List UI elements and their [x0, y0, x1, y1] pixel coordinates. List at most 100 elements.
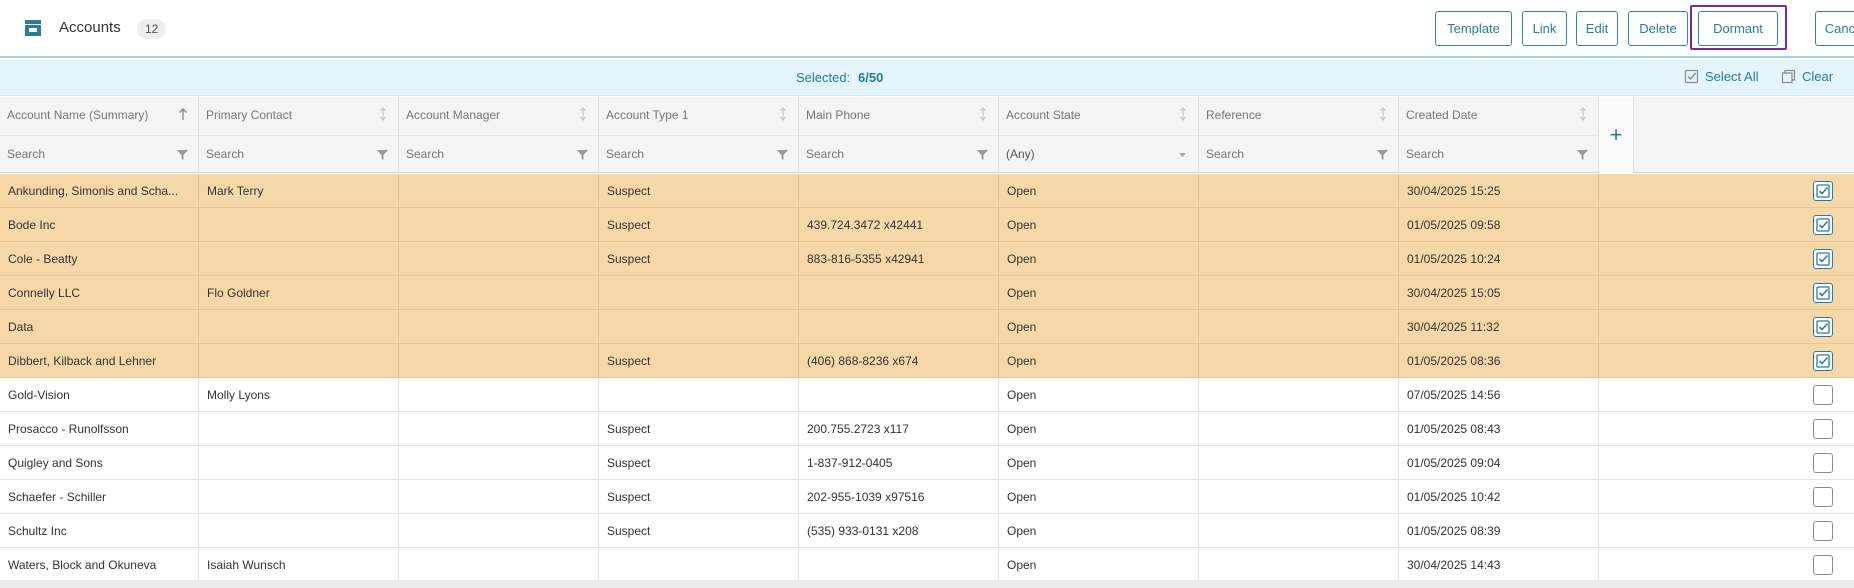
column-account-manager[interactable]: Account Manager — [399, 97, 599, 173]
chevron-down-icon[interactable] — [1177, 150, 1188, 160]
column-created-date[interactable]: Created Date — [1399, 97, 1599, 173]
sort-arrow-icon[interactable] — [1578, 107, 1588, 121]
filter-cell — [199, 135, 398, 173]
checkmark-icon — [1816, 218, 1830, 232]
column-label: Account Type 1 — [606, 108, 689, 122]
cell-primary-contact — [199, 446, 399, 480]
row-select-checkbox[interactable] — [1813, 215, 1833, 235]
row-select-checkbox[interactable] — [1813, 317, 1833, 337]
dormant-button[interactable]: Dormant — [1698, 11, 1778, 46]
sort-arrow-icon[interactable] — [978, 107, 988, 121]
cell-account-type: Suspect — [599, 412, 799, 446]
cell-reference — [1199, 378, 1399, 412]
column-reference[interactable]: Reference — [1199, 97, 1399, 173]
cell-account-manager — [399, 514, 599, 548]
cell-reference — [1199, 514, 1399, 548]
cell-account-state: Open — [999, 378, 1199, 412]
table-row[interactable]: Schultz Inc Suspect (535) 933-0131 x208 Ope… — [0, 514, 1854, 548]
cell-primary-contact — [199, 310, 399, 344]
row-select-checkbox[interactable] — [1813, 555, 1833, 575]
funnel-icon[interactable] — [377, 150, 388, 160]
checkmark-icon — [1816, 252, 1830, 266]
sort-arrow-icon[interactable] — [378, 107, 388, 121]
cell-created-date: 01/05/2025 09:58 — [1399, 208, 1599, 242]
cell-account-state: Open — [999, 174, 1199, 208]
table-row[interactable]: Cole - Beatty Suspect 883-816-5355 x42941 O… — [0, 242, 1854, 276]
funnel-icon[interactable] — [577, 150, 588, 160]
cell-created-date: 01/05/2025 08:36 — [1399, 344, 1599, 378]
filter-cell — [599, 135, 798, 173]
cell-account-state: Open — [999, 412, 1199, 446]
column-account-type[interactable]: Account Type 1 — [599, 97, 799, 173]
row-select-checkbox[interactable] — [1813, 351, 1833, 371]
filter-cell: (Any) — [999, 135, 1198, 173]
table-row[interactable]: Waters, Block and Okuneva Isaiah Wunsch Op… — [0, 548, 1854, 582]
template-button[interactable]: Template — [1435, 11, 1512, 46]
cell-created-date: 01/05/2025 10:42 — [1399, 480, 1599, 514]
main-phone-filter-input[interactable] — [806, 147, 956, 161]
primary-contact-filter-input[interactable] — [206, 147, 356, 161]
row-select-checkbox[interactable] — [1813, 521, 1833, 541]
column-label: Account Manager — [406, 108, 501, 122]
column-account-state[interactable]: Account State (Any) — [999, 97, 1199, 173]
cell-primary-contact — [199, 412, 399, 446]
reference-filter-input[interactable] — [1206, 147, 1356, 161]
created-date-filter-input[interactable] — [1406, 147, 1556, 161]
table-row[interactable]: Prosacco - Runolfsson Suspect 200.755.2723… — [0, 412, 1854, 446]
table-row[interactable]: Quigley and Sons Suspect 1-837-912-0405 Ope… — [0, 446, 1854, 480]
cell-account-type — [599, 276, 799, 310]
delete-button[interactable]: Delete — [1628, 11, 1688, 46]
cell-main-phone: (406) 868-8236 x674 — [799, 344, 999, 378]
funnel-icon[interactable] — [1577, 150, 1588, 160]
sort-arrow-icon[interactable] — [1178, 107, 1188, 121]
row-select-checkbox[interactable] — [1813, 419, 1833, 439]
row-select-checkbox[interactable] — [1813, 453, 1833, 473]
account-manager-filter-input[interactable] — [406, 147, 556, 161]
select-all-button[interactable]: Select All — [1684, 69, 1758, 84]
account-type-filter-input[interactable] — [606, 147, 756, 161]
cancel-button[interactable]: Cancel — [1815, 11, 1854, 46]
sort-arrow-icon[interactable] — [578, 107, 588, 121]
table-row[interactable]: Dibbert, Kilback and Lehner Suspect (406) … — [0, 344, 1854, 378]
cell-created-date: 01/05/2025 08:43 — [1399, 412, 1599, 446]
clear-copy-icon — [1781, 69, 1796, 84]
cell-reference — [1199, 208, 1399, 242]
row-select-checkbox[interactable] — [1813, 249, 1833, 269]
link-button[interactable]: Link — [1522, 11, 1567, 46]
cell-primary-contact — [199, 514, 399, 548]
table-row[interactable]: Connelly LLC Flo Goldner Open 30/04/2025 15… — [0, 276, 1854, 310]
table-row[interactable]: Ankunding, Simonis and Scha... Mark Terry… — [0, 174, 1854, 208]
row-select-checkbox[interactable] — [1813, 283, 1833, 303]
cell-reference — [1199, 242, 1399, 276]
horizontal-scrollbar[interactable] — [0, 580, 1854, 588]
edit-button[interactable]: Edit — [1576, 11, 1618, 46]
sort-arrow-icon[interactable] — [778, 107, 788, 121]
cell-account-type — [599, 548, 799, 582]
table-row[interactable]: Gold-Vision Molly Lyons Open 07/05/2025 14:… — [0, 378, 1854, 412]
table-row[interactable]: Schaefer - Schiller Suspect 202-955-1039 x… — [0, 480, 1854, 514]
sort-ascending-icon[interactable] — [178, 107, 188, 121]
page-header: Accounts 12 Template Link Edit Delete Do… — [0, 0, 1854, 58]
table-row[interactable]: Bode Inc Suspect 439.724.3472 x42441 Open 01… — [0, 208, 1854, 242]
row-select-checkbox[interactable] — [1813, 487, 1833, 507]
funnel-icon[interactable] — [977, 150, 988, 160]
cell-primary-contact — [199, 480, 399, 514]
column-account-name[interactable]: Account Name (Summary) — [0, 97, 199, 173]
funnel-icon[interactable] — [177, 150, 188, 160]
checkbox-select-icon — [1684, 69, 1699, 84]
cell-reference — [1199, 480, 1399, 514]
page-title: Accounts — [59, 19, 121, 36]
cell-account-type: Suspect — [599, 446, 799, 480]
row-select-checkbox[interactable] — [1813, 385, 1833, 405]
sort-arrow-icon[interactable] — [1378, 107, 1388, 121]
column-main-phone[interactable]: Main Phone — [799, 97, 999, 173]
row-select-checkbox[interactable] — [1813, 181, 1833, 201]
clear-selection-button[interactable]: Clear — [1781, 69, 1833, 84]
table-row[interactable]: Data Open 30/04/2025 11:32 — [0, 310, 1854, 344]
column-primary-contact[interactable]: Primary Contact — [199, 97, 399, 173]
account-state-filter-select[interactable]: (Any) — [1006, 147, 1156, 161]
funnel-icon[interactable] — [1377, 150, 1388, 160]
account-name-filter-input[interactable] — [7, 147, 157, 161]
funnel-icon[interactable] — [777, 150, 788, 160]
add-column-button[interactable]: + — [1599, 97, 1634, 173]
